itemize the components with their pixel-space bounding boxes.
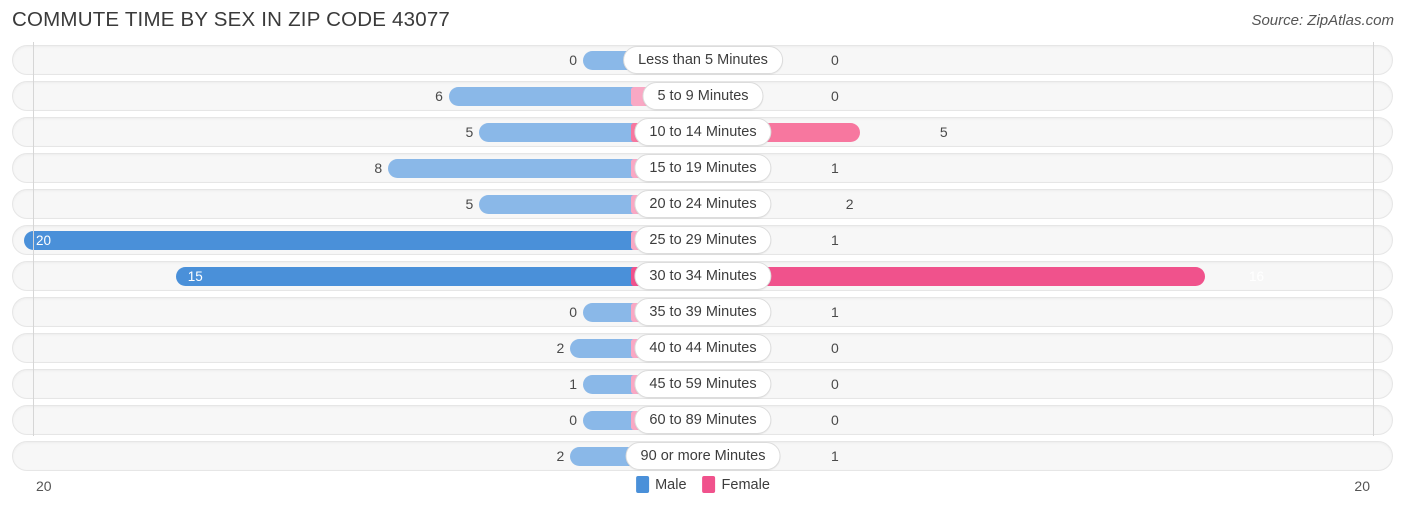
category-label: 45 to 59 Minutes: [634, 370, 772, 398]
bar-value-female: 1: [831, 160, 839, 176]
legend-swatch-female-icon: [702, 476, 716, 493]
bar-row: 2 0 40 to 44 Minutes: [0, 330, 1406, 366]
chart-plot-area: 0 0 Less than 5 Minutes 6 0 5 to 9 Minutes 5 5 1…: [0, 42, 1406, 472]
page-title: COMMUTE TIME BY SEX IN ZIP CODE 43077: [12, 8, 451, 31]
bar-value-female: 1: [831, 232, 839, 248]
bar-value-male: 2: [556, 448, 565, 464]
bar-row: 0 0 Less than 5 Minutes: [0, 42, 1406, 78]
bar-row: 0 0 60 to 89 Minutes: [0, 402, 1406, 438]
bar-value-female: 0: [831, 376, 839, 392]
category-label: 25 to 29 Minutes: [634, 226, 772, 254]
legend-item-male[interactable]: Male: [636, 476, 687, 493]
bar-value-male: 20: [36, 233, 52, 248]
bar-value-female: 1: [831, 304, 839, 320]
category-label: 30 to 34 Minutes: [634, 262, 772, 290]
legend-item-female[interactable]: Female: [702, 476, 770, 493]
bar-value-female: 0: [831, 88, 839, 104]
bar-row: 2 1 90 or more Minutes: [0, 438, 1406, 474]
bar-value-male: 6: [435, 88, 443, 104]
bar-value-female: 0: [831, 412, 839, 428]
axis-line-right: [1373, 42, 1374, 436]
category-label: Less than 5 Minutes: [623, 46, 783, 74]
bar-row: 20 1 25 to 29 Minutes: [0, 222, 1406, 258]
bar-row: 6 0 5 to 9 Minutes: [0, 78, 1406, 114]
bar-value-female: 2: [845, 196, 854, 212]
category-label: 5 to 9 Minutes: [642, 82, 764, 110]
category-label: 40 to 44 Minutes: [634, 334, 772, 362]
axis-line-left: [33, 42, 34, 436]
bar-row: 0 1 35 to 39 Minutes: [0, 294, 1406, 330]
bar-value-female: 0: [831, 340, 839, 356]
bar-row: 1 0 45 to 59 Minutes: [0, 366, 1406, 402]
chart-legend: Male Female: [636, 476, 770, 493]
bar-value-male: 2: [556, 340, 565, 356]
source-attribution: Source: ZipAtlas.com: [1251, 12, 1394, 29]
bar-value-female: 16: [1249, 269, 1265, 284]
bar-value-male: 0: [569, 304, 577, 320]
axis-tick-left: 20: [36, 478, 52, 494]
legend-label-female: Female: [721, 476, 770, 493]
category-label: 20 to 24 Minutes: [634, 190, 772, 218]
bar-row: 15 16 30 to 34 Minutes: [0, 258, 1406, 294]
category-label: 15 to 19 Minutes: [634, 154, 772, 182]
bar-value-female: 5: [939, 124, 948, 140]
legend-label-male: Male: [655, 476, 687, 493]
bar-value-male: 8: [374, 160, 383, 176]
bar-value-male: 5: [465, 196, 474, 212]
bar-value-male: 0: [569, 52, 577, 68]
category-label: 90 or more Minutes: [625, 442, 781, 470]
category-label: 10 to 14 Minutes: [634, 118, 772, 146]
category-label: 35 to 39 Minutes: [634, 298, 772, 326]
bar-value-female: 1: [831, 448, 839, 464]
bar-row: 8 1 15 to 19 Minutes: [0, 150, 1406, 186]
bar-male[interactable]: [175, 267, 703, 286]
bar-value-male: 15: [187, 269, 203, 284]
chart-header: COMMUTE TIME BY SEX IN ZIP CODE 43077 So…: [0, 0, 1406, 42]
legend-swatch-male-icon: [636, 476, 650, 493]
bar-row: 5 2 20 to 24 Minutes: [0, 186, 1406, 222]
bar-male[interactable]: [24, 231, 703, 250]
category-label: 60 to 89 Minutes: [634, 406, 772, 434]
bar-row: 5 5 10 to 14 Minutes: [0, 114, 1406, 150]
bar-value-male: 1: [569, 376, 577, 392]
bar-value-male: 5: [465, 124, 474, 140]
chart-footer: 20 20 Male Female: [0, 472, 1406, 514]
bar-value-male: 0: [569, 412, 577, 428]
axis-tick-right: 20: [1354, 478, 1370, 494]
bar-row-list: 0 0 Less than 5 Minutes 6 0 5 to 9 Minutes 5 5 1…: [0, 42, 1406, 474]
bar-value-female: 0: [831, 52, 839, 68]
